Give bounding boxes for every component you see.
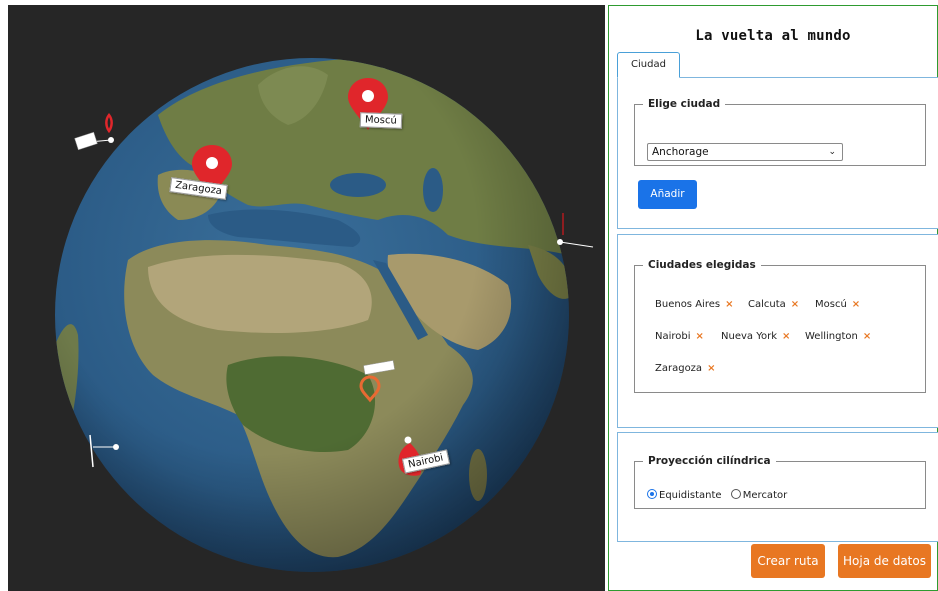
city-select-value: Anchorage — [652, 146, 709, 158]
chevron-down-icon: ⌄ — [828, 147, 836, 157]
radio-label-equidistante[interactable]: Equidistante — [659, 490, 722, 501]
city-select[interactable]: Anchorage ⌄ — [647, 143, 843, 161]
remove-city-icon[interactable]: × — [863, 331, 871, 342]
remove-city-icon[interactable]: × — [707, 363, 715, 374]
map-pin-icon — [105, 112, 113, 134]
chosen-city-chip: Moscú × — [815, 299, 860, 310]
radio-equidistante[interactable] — [647, 489, 657, 499]
remove-city-icon[interactable]: × — [782, 331, 790, 342]
radio-label-mercator[interactable]: Mercator — [743, 490, 787, 501]
chosen-cities-section: Ciudades elegidas Buenos Aires × Calcuta ×… — [617, 234, 938, 428]
chosen-city-name: Nueva York — [721, 331, 777, 342]
projection-legend: Proyección cilíndrica — [648, 455, 771, 467]
remove-city-icon[interactable]: × — [696, 331, 704, 342]
datasheet-button[interactable]: Hoja de datos — [838, 544, 931, 578]
chosen-cities-legend: Ciudades elegidas — [648, 259, 756, 271]
page-title: La vuelta al mundo — [695, 28, 851, 44]
city-picker-group: Elige ciudad Anchorage ⌄ — [634, 98, 926, 166]
chosen-city-name: Calcuta — [748, 299, 786, 310]
add-button[interactable]: Añadir — [638, 180, 697, 209]
globe-shade — [55, 58, 569, 572]
chosen-city-name: Moscú — [815, 299, 847, 310]
remove-city-icon[interactable]: × — [791, 299, 799, 310]
marker-right[interactable] — [557, 213, 594, 248]
remove-city-icon[interactable]: × — [725, 299, 733, 310]
pin-label-moscu: Moscú — [359, 112, 403, 129]
chosen-city-chip: Zaragoza × — [655, 363, 715, 374]
chosen-city-chip: Calcuta × — [748, 299, 799, 310]
chosen-city-name: Nairobi — [655, 331, 691, 342]
chosen-city-name: Zaragoza — [655, 363, 703, 374]
chosen-city-name: Buenos Aires — [655, 299, 721, 310]
create-route-button[interactable]: Crear ruta — [751, 544, 825, 578]
projection-options: Equidistante Mercator — [647, 489, 787, 501]
tab-ciudad[interactable]: Ciudad — [617, 52, 680, 78]
globe-canvas[interactable] — [8, 5, 605, 591]
globe-viewport[interactable]: Moscú Zaragoza Nairobi — [8, 5, 605, 591]
chosen-city-chip: Buenos Aires × — [655, 299, 733, 310]
city-picker-legend: Elige ciudad — [648, 98, 721, 110]
radio-mercator[interactable] — [730, 489, 741, 499]
chosen-cities-group: Ciudades elegidas Buenos Aires × Calcuta ×… — [634, 259, 926, 393]
control-panel: La vuelta al mundo Ciudad Elige ciudad A… — [608, 5, 938, 591]
remove-city-icon[interactable]: × — [852, 299, 860, 310]
projection-section: Proyección cilíndrica Equidistante Merca… — [617, 432, 938, 542]
city-picker-section: Elige ciudad Anchorage ⌄ Añadir — [617, 77, 938, 229]
chosen-city-chip: Nairobi × — [655, 331, 704, 342]
chosen-city-name: Wellington — [805, 331, 858, 342]
chosen-city-chip: Wellington × — [805, 331, 871, 342]
chosen-city-chip: Nueva York × — [721, 331, 790, 342]
marker-left-top[interactable] — [74, 112, 114, 151]
projection-group: Proyección cilíndrica Equidistante Merca… — [634, 455, 926, 509]
